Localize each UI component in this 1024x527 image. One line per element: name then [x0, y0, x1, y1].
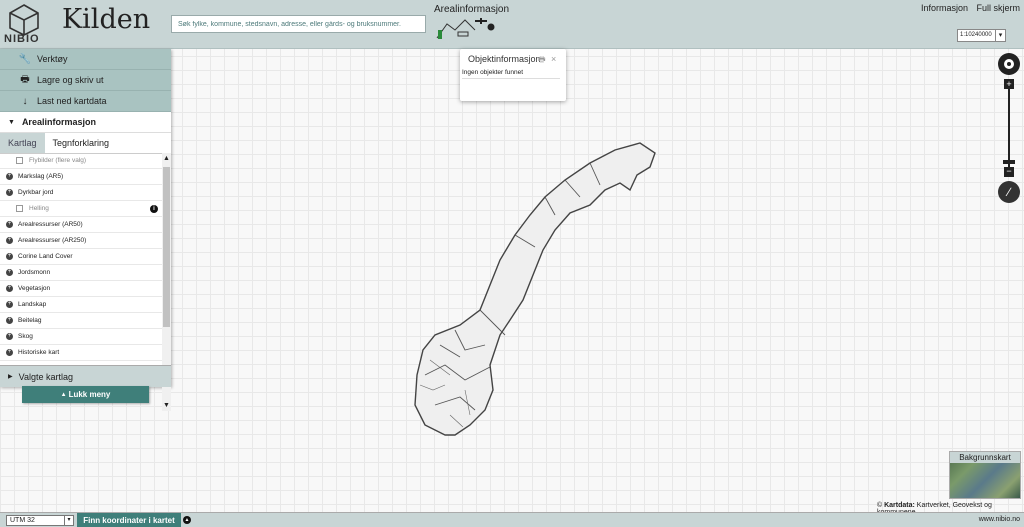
layer-label: Beitelag: [18, 317, 42, 324]
popup-body: Ingen objekter funnet: [462, 69, 560, 79]
popup-title: Objektinformasjon: [468, 54, 541, 64]
selected-layers-toggle[interactable]: ▶ Valgte kartlag: [0, 365, 171, 387]
plus-icon[interactable]: +: [6, 189, 13, 196]
selected-layers-label: Valgte kartlag: [18, 371, 73, 382]
zoom-slider-handle[interactable]: [1003, 160, 1015, 164]
layer-item[interactable]: Helling i: [0, 201, 162, 217]
layer-label: Arealressurser (AR50): [18, 221, 83, 228]
tool-item-print[interactable]: 🖶 Lagre og skriv ut: [0, 70, 171, 91]
tool-label: Verktøy: [37, 54, 68, 64]
areal-theme-icon[interactable]: [435, 16, 497, 40]
layer-label: Helling: [29, 205, 49, 212]
app-header: NIBIO Kilden Arealinformasjon Informasjo…: [0, 0, 1024, 49]
layer-item[interactable]: + Markslag (AR5): [0, 169, 162, 185]
tool-item-download[interactable]: ↓ Last ned kartdata: [0, 91, 171, 112]
areal-info-label: Arealinformasjon: [434, 4, 510, 15]
layer-label: Arealressurser (AR250): [18, 237, 87, 244]
plus-icon[interactable]: +: [6, 349, 13, 356]
close-menu-button[interactable]: ▲ Lukk meny: [22, 386, 149, 403]
attribution-bold: Kartdata:: [884, 502, 915, 509]
layer-label: Dyrkbar jord: [18, 189, 54, 196]
measure-icon[interactable]: ∕: [998, 181, 1020, 203]
plus-icon[interactable]: +: [6, 253, 13, 260]
plus-icon[interactable]: +: [6, 317, 13, 324]
layer-label: Skog: [18, 333, 33, 340]
layer-item[interactable]: + Jordsmonn: [0, 265, 162, 281]
plus-icon[interactable]: +: [6, 237, 13, 244]
plus-icon[interactable]: +: [6, 221, 13, 228]
layer-label: Jordsmonn: [18, 269, 51, 276]
section-title: Arealinformasjon: [21, 117, 96, 127]
zoom-out-button[interactable]: −: [1004, 167, 1014, 177]
layer-item[interactable]: + Corine Land Cover: [0, 249, 162, 265]
printer-icon: 🖶: [20, 73, 30, 85]
scale-value: 1:10240000: [960, 32, 992, 38]
search-input[interactable]: [171, 15, 426, 33]
plus-icon[interactable]: +: [6, 301, 13, 308]
footer-bar: UTM 32 ▾ Finn koordinater i kartet ▲ www…: [0, 512, 1024, 527]
background-map-label: Bakgrunnskart: [950, 452, 1020, 463]
fullscreen-link[interactable]: Full skjerm: [976, 3, 1020, 13]
close-menu-label: Lukk meny: [68, 390, 111, 399]
nibio-link[interactable]: www.nibio.no: [979, 516, 1020, 523]
projection-select[interactable]: UTM 32 ▾: [6, 515, 74, 526]
zoom-slider[interactable]: [1008, 89, 1010, 167]
layer-item[interactable]: + Historiske kart: [0, 345, 162, 361]
layer-item[interactable]: + Beitelag: [0, 313, 162, 329]
tab-bar: Kartlag Tegnforklaring: [0, 133, 171, 154]
layer-item[interactable]: + Arealressurser (AR50): [0, 217, 162, 233]
layer-label: Markslag (AR5): [18, 173, 64, 180]
section-header-arealinformasjon[interactable]: ▼ Arealinformasjon: [0, 112, 171, 133]
plus-icon[interactable]: +: [6, 333, 13, 340]
compass-center: [1007, 62, 1011, 66]
find-coordinates-button[interactable]: Finn koordinater i kartet: [77, 513, 181, 527]
chevron-up-icon[interactable]: ▲: [162, 155, 171, 162]
layer-label: Landskap: [18, 301, 47, 308]
top-links: Informasjon Full skjerm: [915, 3, 1020, 13]
background-map-switcher[interactable]: Bakgrunnskart: [949, 451, 1021, 499]
layer-item[interactable]: + Landskap: [0, 297, 162, 313]
chevron-down-icon[interactable]: ▼: [162, 402, 171, 409]
layer-item[interactable]: Flybilder (flere valg): [0, 153, 162, 169]
chevron-down-icon: ▾: [64, 516, 73, 525]
plus-icon[interactable]: +: [6, 285, 13, 292]
zoom-in-button[interactable]: +: [1004, 79, 1014, 89]
checkbox-icon[interactable]: [16, 205, 23, 212]
layer-label: Historiske kart: [18, 349, 60, 356]
scale-select[interactable]: 1:10240000 ▾: [957, 29, 1006, 42]
scroll-thumb[interactable]: [163, 167, 170, 327]
chevron-up-icon[interactable]: ▲: [183, 516, 191, 524]
layer-item[interactable]: + Vegetasjon: [0, 281, 162, 297]
close-icon[interactable]: ×: [551, 54, 556, 64]
checkbox-icon[interactable]: [16, 157, 23, 164]
layer-item[interactable]: + Arealressurser (AR250): [0, 233, 162, 249]
side-panel: 🔧 Verktøy 🖶 Lagre og skriv ut ↓ Last ned…: [0, 49, 171, 411]
tool-item-verktoy[interactable]: 🔧 Verktøy: [0, 49, 171, 70]
layer-label: Corine Land Cover: [18, 253, 73, 260]
tool-label: Lagre og skriv ut: [37, 75, 104, 85]
caret-down-icon: ▼: [8, 118, 15, 126]
plus-icon[interactable]: +: [6, 173, 13, 180]
caret-up-icon: ▲: [60, 391, 67, 398]
tab-kartlag[interactable]: Kartlag: [0, 133, 45, 153]
layer-item[interactable]: + Skog: [0, 329, 162, 345]
tab-tegnforklaring[interactable]: Tegnforklaring: [45, 133, 118, 153]
layer-label: Vegetasjon: [18, 285, 51, 292]
wrench-icon: 🔧: [18, 53, 32, 65]
chevron-down-icon: ▾: [995, 30, 1005, 41]
object-info-popup: Objektinformasjon 🖶 × Ingen objekter fun…: [460, 49, 566, 101]
info-icon[interactable]: i: [150, 204, 158, 213]
layer-item[interactable]: + Dyrkbar jord: [0, 185, 162, 201]
plus-icon[interactable]: +: [6, 269, 13, 276]
logo-text: NIBIO: [4, 33, 40, 45]
tool-label: Last ned kartdata: [37, 96, 107, 106]
printer-icon[interactable]: 🖶: [538, 54, 546, 68]
projection-value: UTM 32: [10, 517, 35, 524]
caret-right-icon: ▶: [8, 374, 13, 380]
information-link[interactable]: Informasjon: [921, 3, 968, 13]
download-icon: ↓: [22, 95, 28, 107]
layer-label: Flybilder (flere valg): [29, 157, 87, 164]
norway-map-outline: [414, 142, 656, 436]
app-title: Kilden: [62, 4, 151, 35]
